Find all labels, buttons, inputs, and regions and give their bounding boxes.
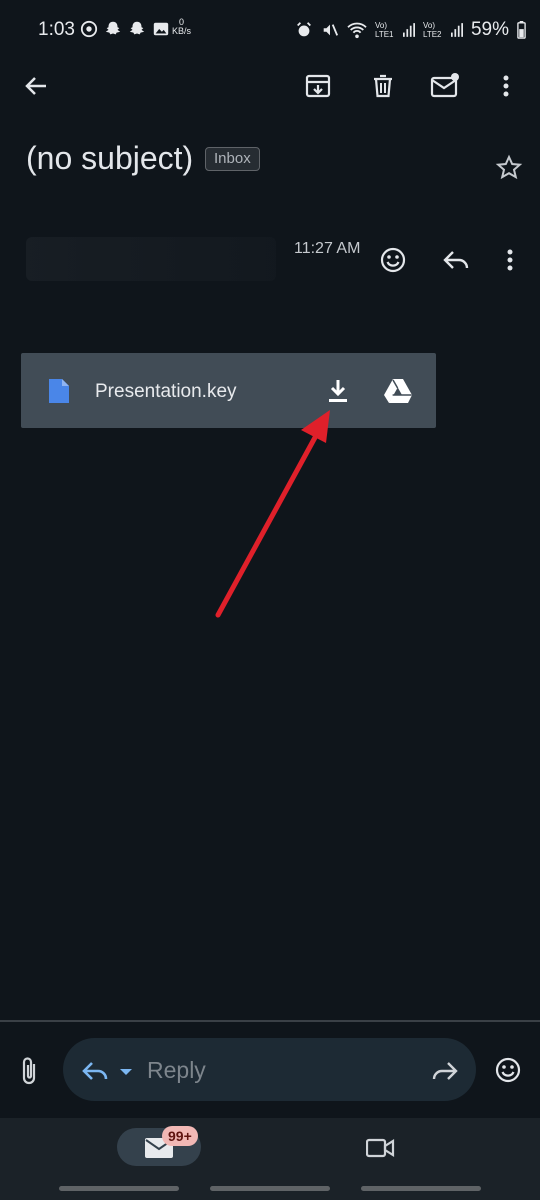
back-arrow-icon [25,77,46,95]
notification-icons [80,20,170,38]
sender-info[interactable] [26,237,276,281]
unread-count-badge: 99+ [162,1126,198,1146]
signal-icon-1 [402,23,415,37]
emoji-reaction-button[interactable] [494,1056,522,1089]
more-vert-icon [503,75,509,97]
wifi-icon [347,22,367,39]
star-icon [495,154,523,180]
reply-compose-field[interactable]: Reply [63,1038,476,1101]
message-more-button[interactable] [500,246,520,279]
react-emoji-button[interactable] [379,246,407,279]
emoji-icon [380,247,406,273]
download-icon [329,380,347,402]
data-speed-unit: KB/s [172,26,192,36]
attachment-card[interactable]: Presentation.key [21,353,436,428]
archive-button[interactable] [304,72,332,100]
email-subject: (no subject) [26,140,194,176]
forward-button[interactable] [429,1058,459,1089]
paperclip-icon [22,1057,36,1085]
save-to-drive-button[interactable] [383,377,413,410]
attachment-filename: Presentation.key [95,381,237,402]
status-time: 1:03 [38,19,75,40]
more-options-button[interactable] [494,72,518,100]
reply-button[interactable] [441,246,471,279]
more-vert-icon [507,249,513,271]
gesture-bar-right [361,1186,481,1191]
reply-icon [443,251,469,269]
mark-unread-icon [430,73,459,98]
message-time: 11:27 AM [294,240,361,257]
signal-icon-2 [450,23,463,37]
reply-bar-divider [0,1020,540,1022]
data-speed: 0 KB/s [172,18,191,36]
system-icons: Vo) LTE1 Vo) LTE2 59% [295,19,526,41]
battery-percent: 59% [470,19,509,40]
caret-down-icon [120,1069,132,1075]
sim1-label: Vo) LTE1 [374,21,394,39]
forward-icon [432,1062,458,1080]
annotation-arrow [215,410,330,618]
star-button[interactable] [495,154,523,187]
inbox-label-chip[interactable]: Inbox [205,147,260,171]
attach-button[interactable] [16,1056,44,1091]
gesture-bar-left [59,1186,179,1191]
archive-icon [305,74,331,98]
download-button[interactable] [324,377,352,410]
reply-mode-dropdown[interactable] [119,1064,133,1082]
delete-button[interactable] [369,72,397,100]
alarm-icon [297,22,311,37]
delete-icon [374,74,392,98]
nav-meet-tab[interactable] [365,1136,396,1165]
gallery-icon [153,22,169,36]
mark-unread-button[interactable] [430,72,460,100]
status-bar: 1:03 0 KB/s Vo) LTE1 Vo) LTE2 59% [0,0,540,62]
emoji-icon [495,1057,521,1083]
video-camera-icon [365,1138,395,1158]
bottom-navigation: 99+ [0,1118,540,1200]
snapchat-icon-2 [129,21,145,35]
gesture-bar-center [210,1186,330,1191]
snapchat-icon [105,21,121,35]
whatsapp-icon [80,20,98,38]
google-drive-icon [384,379,412,403]
document-icon [47,377,71,410]
back-button[interactable] [22,72,50,100]
reply-icon [82,1062,108,1080]
mute-icon [323,24,338,36]
sim2-label: Vo) LTE2 [422,21,442,39]
reply-placeholder[interactable]: Reply [147,1057,206,1084]
reply-mode-button[interactable] [81,1058,111,1089]
battery-icon [517,21,526,39]
